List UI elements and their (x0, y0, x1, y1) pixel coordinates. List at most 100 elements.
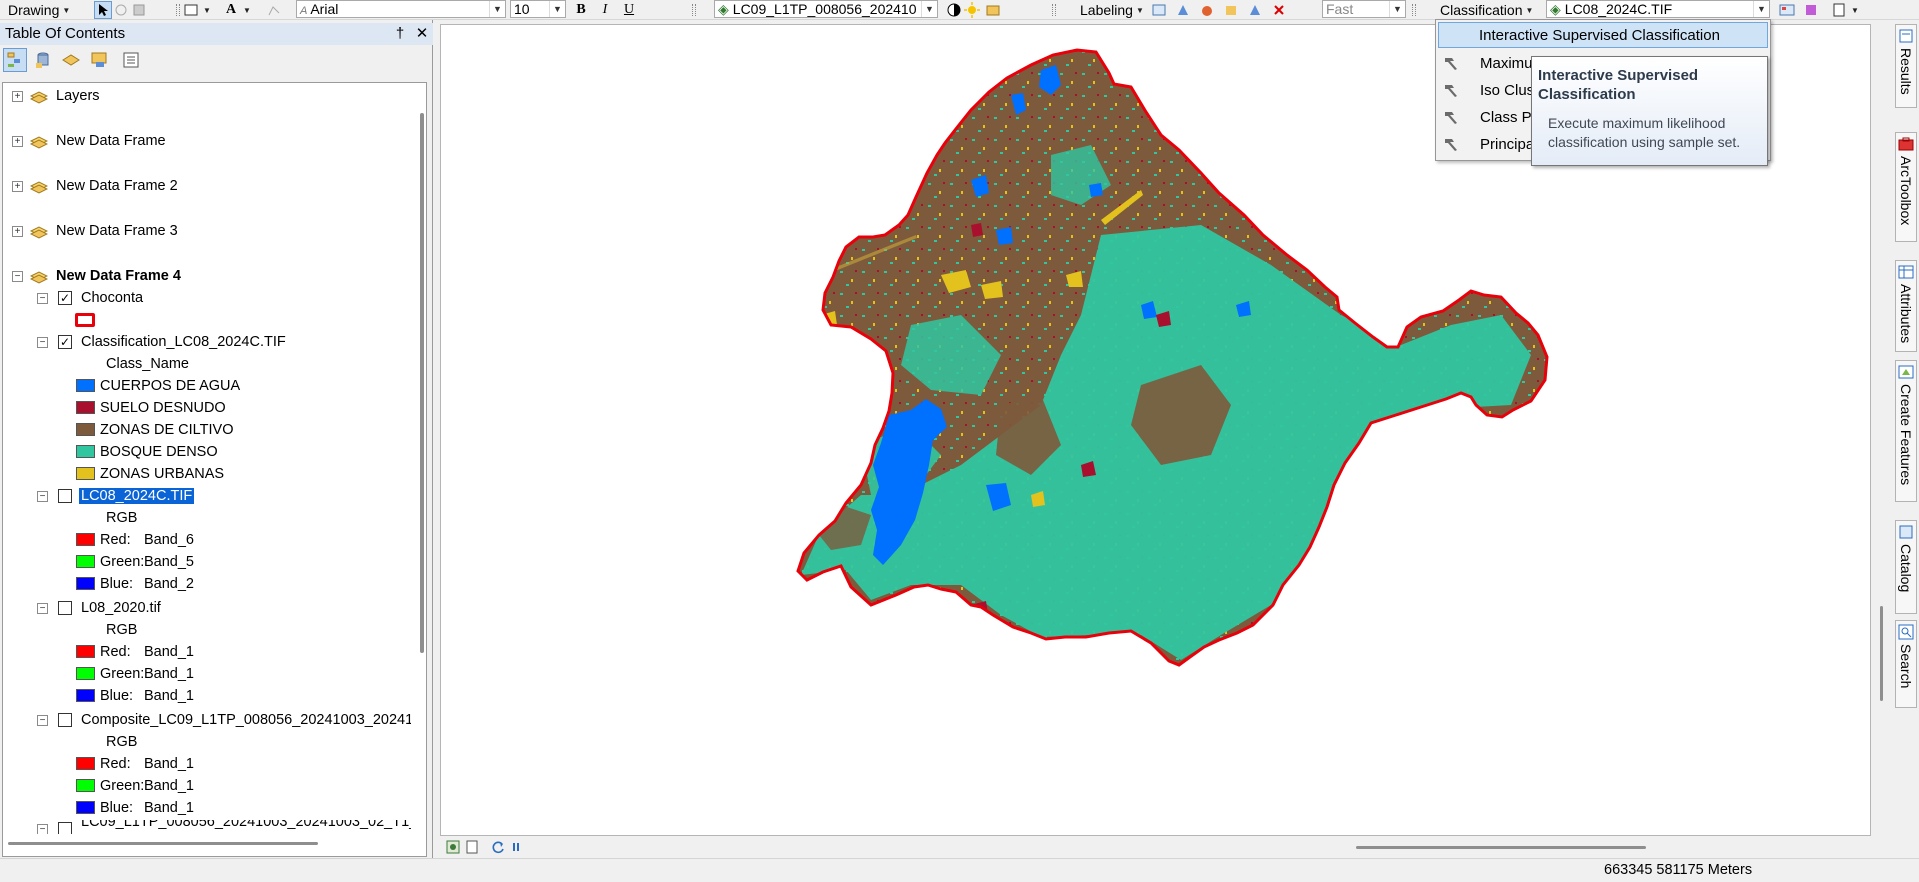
layer-visibility-checkbox[interactable] (58, 601, 72, 615)
legend-class-row[interactable]: BOSQUE DENSO (3, 441, 423, 463)
collapse-icon[interactable]: − (37, 824, 48, 834)
menu-item-interactive-supervised-classification[interactable]: Interactive Supervised Classification (1438, 22, 1768, 48)
data-frame-layers[interactable]: + Layers (3, 85, 423, 107)
layer-l08-2020[interactable]: − L08_2020.tif (3, 597, 423, 619)
contrast-icon[interactable] (945, 1, 963, 19)
rotate-icon[interactable] (112, 1, 130, 19)
view-unplaced-icon[interactable] (1246, 1, 1264, 19)
select-elements-icon[interactable] (94, 1, 112, 19)
refresh-icon[interactable] (490, 839, 506, 855)
layer-visibility-checkbox[interactable] (58, 713, 72, 727)
pause-drawing-icon[interactable] (508, 839, 524, 855)
label-manager-icon[interactable] (1150, 1, 1168, 19)
collapse-icon[interactable]: − (37, 293, 48, 304)
remove-labels-icon[interactable] (1270, 1, 1288, 19)
pin-icon[interactable]: † (392, 23, 408, 45)
choconta-symbol-row[interactable] (3, 309, 423, 331)
list-by-visibility-icon[interactable] (59, 48, 83, 72)
collapse-icon[interactable]: − (12, 271, 23, 282)
attributes-tab[interactable]: Attributes (1895, 260, 1917, 352)
band-row[interactable]: Blue: Band_1 (3, 685, 423, 707)
collapse-icon[interactable]: − (37, 337, 48, 348)
underline-button[interactable]: U (620, 1, 638, 19)
labeling-menu[interactable]: Labeling ▼ (1080, 0, 1144, 20)
data-frame-new-data-frame-2[interactable]: + New Data Frame 2 (3, 175, 423, 197)
drawing-menu[interactable]: Drawing ▼ (8, 0, 70, 20)
band-row[interactable]: Red: Band_6 (3, 529, 423, 551)
font-size-combo[interactable]: 10 ▼ (510, 0, 566, 18)
band-color-swatch[interactable] (76, 779, 95, 792)
band-color-swatch[interactable] (76, 689, 95, 702)
class-color-swatch[interactable] (76, 379, 95, 392)
options-icon[interactable] (119, 48, 143, 72)
layer-visibility-checkbox[interactable]: ✓ (58, 335, 72, 349)
rectangle-tool[interactable]: ▼ (182, 0, 211, 20)
band-color-swatch[interactable] (76, 801, 95, 814)
italic-button[interactable]: I (596, 1, 614, 19)
map-vertical-scrollbar[interactable] (1880, 606, 1883, 701)
class-layer-combo[interactable]: ◈ LC08_2024C.TIF ▼ (1546, 0, 1770, 18)
band-row[interactable]: Green: Band_5 (3, 551, 423, 573)
search-tab[interactable]: Search (1895, 620, 1917, 708)
data-view-icon[interactable] (445, 839, 461, 855)
text-tool[interactable]: A ▼ (222, 0, 251, 20)
expand-icon[interactable]: + (12, 91, 23, 102)
band-color-swatch[interactable] (76, 577, 95, 590)
expand-icon[interactable]: + (12, 136, 23, 147)
label-quality-combo[interactable]: Fast ▼ (1322, 0, 1406, 18)
band-color-swatch[interactable] (76, 533, 95, 546)
layer-classification[interactable]: − ✓ Classification_LC08_2024C.TIF (3, 331, 423, 353)
band-color-swatch[interactable] (76, 757, 95, 770)
band-color-swatch[interactable] (76, 645, 95, 658)
layer-combo[interactable]: ◈ LC09_L1TP_008056_202410 ▼ (714, 0, 938, 18)
font-name-combo[interactable]: A Arial ▼ (296, 0, 506, 18)
page-layout-icon[interactable] (1830, 1, 1848, 19)
layer-visibility-checkbox[interactable]: ✓ (58, 291, 72, 305)
collapse-icon[interactable]: − (37, 491, 48, 502)
edit-vertices-icon[interactable] (265, 1, 283, 19)
list-by-selection-icon[interactable] (87, 48, 111, 72)
collapse-icon[interactable]: − (37, 715, 48, 726)
legend-class-row[interactable]: CUERPOS DE AGUA (3, 375, 423, 397)
band-row[interactable]: Green: Band_1 (3, 663, 423, 685)
brightness-icon[interactable] (963, 1, 981, 19)
training-sample-manager-icon[interactable] (1778, 1, 1796, 19)
close-icon[interactable]: ✕ (414, 23, 430, 45)
layer-lc09-b1[interactable]: − LC09_L1TP_008056_20241003_20241003_02_… (3, 820, 423, 834)
class-color-swatch[interactable] (76, 467, 95, 480)
label-weights-icon[interactable] (1198, 1, 1216, 19)
expand-icon[interactable]: + (12, 181, 23, 192)
expand-icon[interactable]: + (12, 226, 23, 237)
arctoolbox-tab[interactable]: ArcToolbox (1895, 132, 1917, 242)
map-horizontal-scrollbar[interactable] (1356, 846, 1646, 849)
layout-view-icon[interactable] (464, 839, 480, 855)
transparency-icon[interactable] (985, 1, 1003, 19)
polygon-symbol[interactable] (75, 313, 95, 327)
legend-class-row[interactable]: SUELO DESNUDO (3, 397, 423, 419)
bold-button[interactable]: B (572, 1, 590, 19)
collapse-icon[interactable]: − (37, 603, 48, 614)
legend-class-row[interactable]: ZONAS DE CILTIVO (3, 419, 423, 441)
layer-lc08-2024c[interactable]: − LC08_2024C.TIF (3, 485, 423, 507)
layer-visibility-checkbox[interactable] (58, 489, 72, 503)
data-frame-new-data-frame-3[interactable]: + New Data Frame 3 (3, 220, 423, 242)
layer-visibility-checkbox[interactable] (58, 822, 72, 834)
catalog-tab[interactable]: Catalog (1895, 520, 1917, 614)
lock-labels-icon[interactable] (1174, 1, 1192, 19)
band-color-swatch[interactable] (76, 667, 95, 680)
band-row[interactable]: Red: Band_1 (3, 641, 423, 663)
layer-choconta[interactable]: − ✓ Choconta (3, 287, 423, 309)
class-color-swatch[interactable] (76, 401, 95, 414)
data-frame-new-data-frame-4[interactable]: − New Data Frame 4 (3, 265, 423, 287)
create-features-tab[interactable]: Create Features (1895, 360, 1917, 502)
band-color-swatch[interactable] (76, 555, 95, 568)
toc-vertical-scrollbar[interactable] (420, 113, 424, 653)
band-row[interactable]: Blue: Band_2 (3, 573, 423, 595)
band-row[interactable]: Red: Band_1 (3, 753, 423, 775)
list-by-drawing-order-icon[interactable] (3, 48, 27, 72)
band-row[interactable]: Green: Band_1 (3, 775, 423, 797)
reset-training-icon[interactable] (1802, 1, 1820, 19)
results-tab[interactable]: Results (1895, 24, 1917, 108)
toc-horizontal-scrollbar[interactable] (8, 842, 318, 845)
zoom-whole-page-icon[interactable] (130, 1, 148, 19)
